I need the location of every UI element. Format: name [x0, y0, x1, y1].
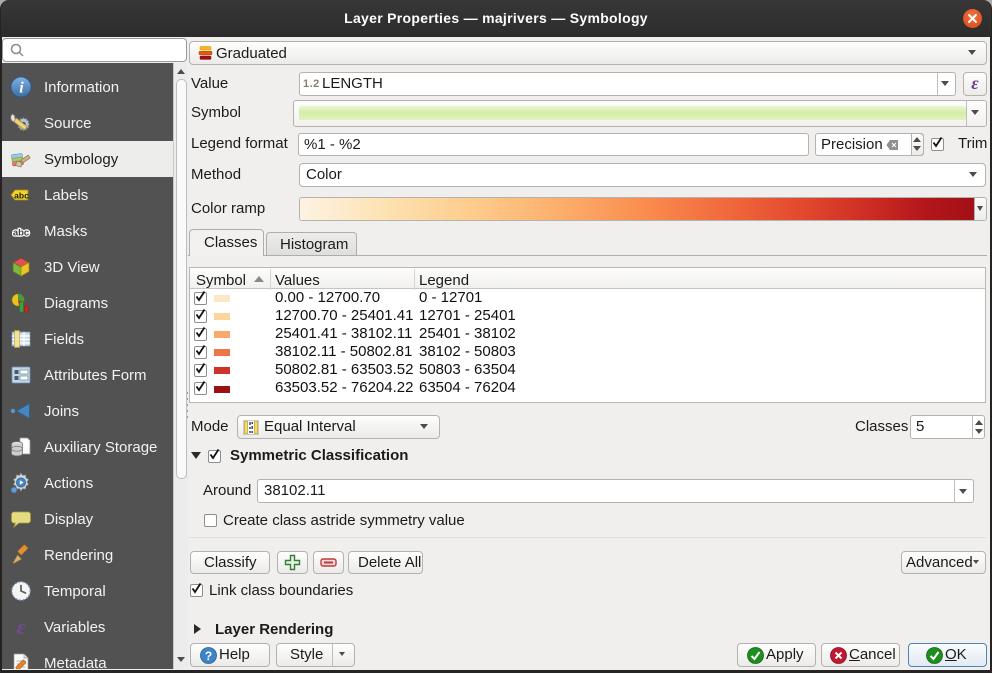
svg-text:abc: abc	[14, 191, 29, 201]
svg-text:?: ?	[205, 649, 212, 663]
svg-text:abc: abc	[13, 228, 29, 239]
svg-text:i: i	[19, 80, 24, 97]
svg-text:ε: ε	[17, 616, 26, 638]
